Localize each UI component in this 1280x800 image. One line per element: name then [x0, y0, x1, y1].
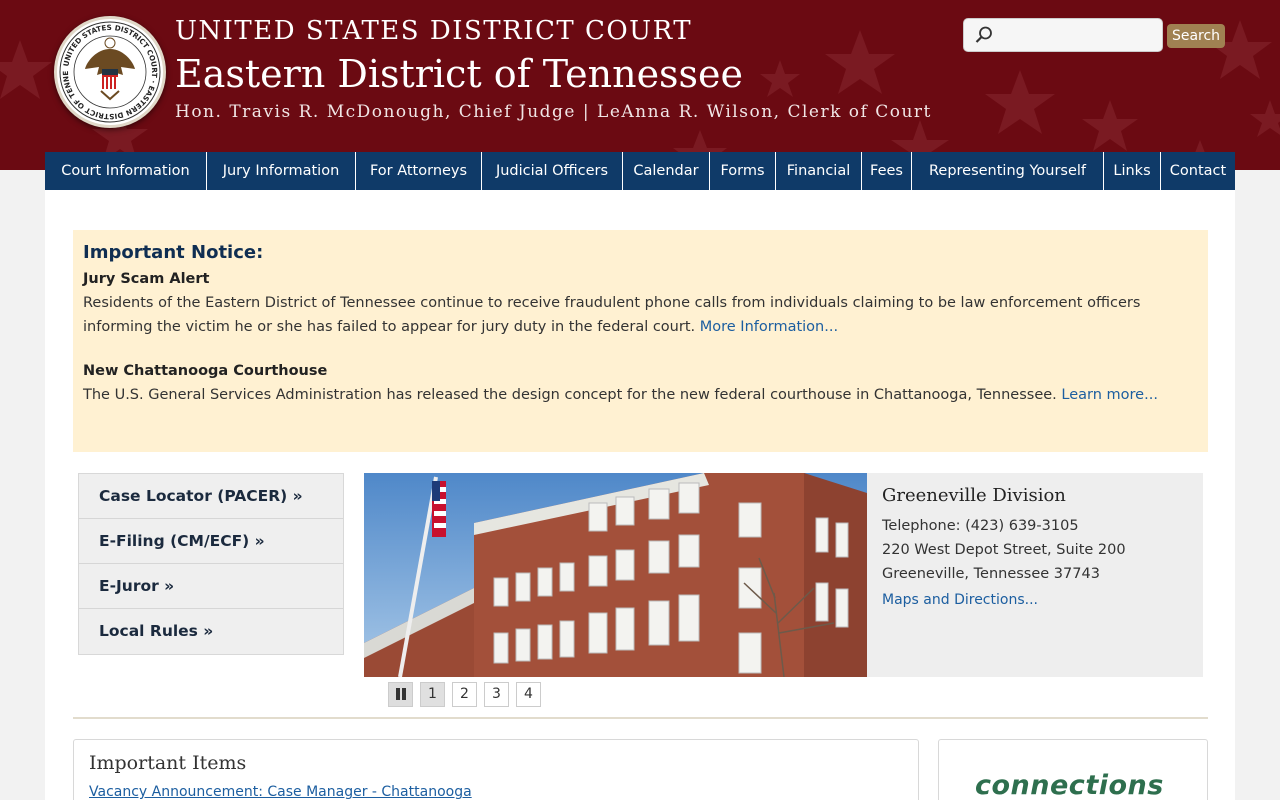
notice-text-jury-scam: Residents of the Eastern District of Ten… [83, 291, 1198, 339]
court-name-line1: UNITED STATES DISTRICT COURT [175, 16, 693, 46]
notice-heading: Important Notice: [83, 242, 264, 263]
nav-contact[interactable]: Contact [1161, 152, 1235, 190]
slide-page-1[interactable]: 1 [420, 682, 445, 707]
nav-for-attorneys[interactable]: For Attorneys [356, 152, 482, 190]
slide-page-4[interactable]: 4 [516, 682, 541, 707]
court-seal[interactable]: UNITED STATES DISTRICT COURT · EASTERN D… [54, 12, 166, 128]
slide-page-3[interactable]: 3 [484, 682, 509, 707]
nav-court-information[interactable]: Court Information [45, 152, 207, 190]
quick-link-efiling[interactable]: E-Filing (CM/ECF) » [79, 519, 343, 564]
notice-body-jury-scam: Residents of the Eastern District of Ten… [83, 295, 1141, 335]
nav-judicial-officers[interactable]: Judicial Officers [482, 152, 623, 190]
notice-title-jury-scam: Jury Scam Alert [83, 271, 210, 287]
nav-jury-information[interactable]: Jury Information [207, 152, 356, 190]
search-input[interactable] [998, 23, 1158, 47]
quick-link-pacer[interactable]: Case Locator (PACER) » [79, 474, 343, 519]
nav-representing-yourself[interactable]: Representing Yourself [912, 152, 1104, 190]
nav-fees[interactable]: Fees [862, 152, 912, 190]
quick-links: Case Locator (PACER) » E-Filing (CM/ECF)… [78, 473, 344, 655]
connections-logo[interactable]: connections [975, 770, 1164, 800]
division-info: Greeneville Division Telephone: (423) 63… [867, 473, 1203, 677]
division-address2: Greeneville, Tennessee 37743 [882, 566, 1100, 582]
search-icon [974, 25, 994, 49]
slide-page-2[interactable]: 2 [452, 682, 477, 707]
nav-forms[interactable]: Forms [710, 152, 776, 190]
section-divider [73, 717, 1208, 719]
quick-link-local-rules[interactable]: Local Rules » [79, 609, 343, 654]
slideshow-pager: 1 2 3 4 [388, 682, 541, 707]
main-nav: Court Information Jury Information For A… [45, 152, 1235, 190]
division-telephone: Telephone: (423) 639-3105 [882, 518, 1079, 534]
search-button[interactable]: Search [1167, 24, 1225, 48]
division-title: Greeneville Division [882, 485, 1066, 506]
division-address1: 220 West Depot Street, Suite 200 [882, 542, 1126, 558]
notice-body-courthouse: The U.S. General Services Administration… [83, 387, 1057, 403]
more-information-link[interactable]: More Information... [700, 319, 838, 335]
notice-title-courthouse: New Chattanooga Courthouse [83, 363, 328, 379]
vacancy-announcement-link[interactable]: Vacancy Announcement: Case Manager - Cha… [89, 784, 903, 800]
nav-links[interactable]: Links [1104, 152, 1161, 190]
court-name-line2[interactable]: Eastern District of Tennessee [175, 52, 743, 96]
important-items-title: Important Items [89, 752, 247, 774]
connections-panel: connections [938, 739, 1208, 800]
notice-text-courthouse: The U.S. General Services Administration… [83, 383, 1198, 407]
nav-financial[interactable]: Financial [776, 152, 862, 190]
important-items-panel: Important Items Vacancy Announcement: Ca… [73, 739, 919, 800]
site-header: UNITED STATES DISTRICT COURT · EASTERN D… [0, 0, 1280, 170]
quick-link-ejuror[interactable]: E-Juror » [79, 564, 343, 609]
courthouse-photo [364, 473, 867, 677]
pause-icon[interactable] [388, 682, 413, 707]
maps-directions-link[interactable]: Maps and Directions... [882, 592, 1038, 608]
important-notice: Important Notice: Jury Scam Alert Reside… [73, 230, 1208, 452]
search-box[interactable] [963, 18, 1163, 52]
nav-calendar[interactable]: Calendar [623, 152, 710, 190]
court-officials: Hon. Travis R. McDonough, Chief Judge | … [175, 102, 932, 122]
learn-more-link[interactable]: Learn more... [1061, 387, 1158, 403]
